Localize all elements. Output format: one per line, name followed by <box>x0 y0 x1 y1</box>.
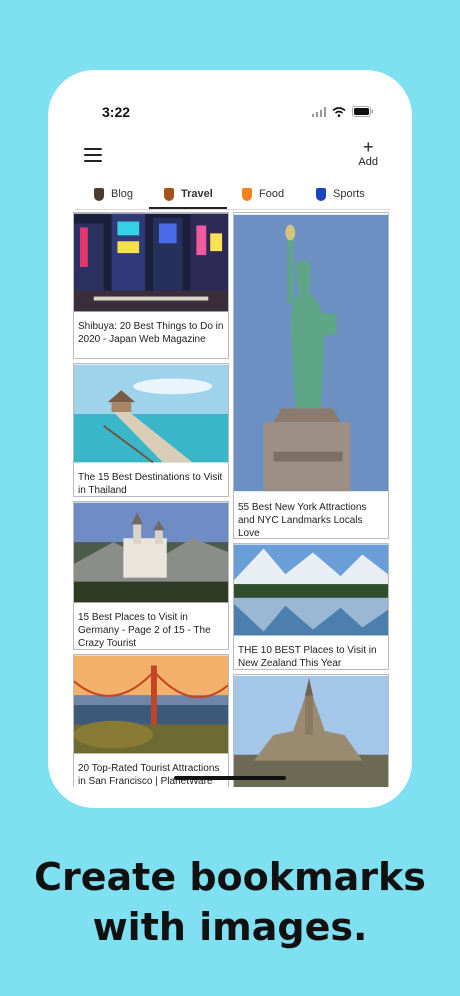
tab-sports[interactable]: Sports <box>316 180 365 208</box>
plus-icon: + <box>362 137 374 157</box>
bookmark-title: THE 10 BEST Places to Visit in New Zeala… <box>238 645 377 669</box>
bookmark-icon <box>94 187 104 201</box>
status-bar: 3:22 <box>48 100 412 124</box>
tab-label: Food <box>259 188 285 200</box>
bookmark-image <box>74 502 228 603</box>
bookmark-title: 15 Best Places to Visit in Germany - Pag… <box>78 612 211 649</box>
phone-frame: 3:22 + Add Blog Travel Food Sports Shibu… <box>48 70 412 808</box>
bookmark-card[interactable] <box>233 674 389 787</box>
headline-line-1: Create bookmarks <box>34 855 426 899</box>
bookmark-icon <box>242 187 252 201</box>
bookmark-title: 20 Top-Rated Tourist Attractions in San … <box>78 763 220 787</box>
tab-divider <box>74 209 390 210</box>
bookmark-image <box>74 364 228 464</box>
tab-blog[interactable]: Blog <box>94 180 133 208</box>
category-tabs: Blog Travel Food Sports <box>74 180 390 210</box>
bookmark-card[interactable]: Shibuya: 20 Best Things to Do in 2020 - … <box>73 212 229 359</box>
bookmark-icon <box>316 187 326 201</box>
hamburger-menu-icon[interactable] <box>84 148 102 162</box>
status-time: 3:22 <box>102 104 131 120</box>
tab-travel[interactable]: Travel <box>164 180 213 208</box>
bookmark-title: The 15 Best Destinations to Visit in Tha… <box>78 472 223 496</box>
bookmark-image <box>234 544 388 636</box>
bookmark-card[interactable]: 55 Best New York Attractions and NYC Lan… <box>233 212 389 539</box>
add-label: Add <box>358 156 378 168</box>
battery-icon <box>352 106 373 117</box>
tab-food[interactable]: Food <box>242 180 284 208</box>
headline-line-2: with images. <box>92 905 368 949</box>
bookmark-card[interactable]: The 15 Best Destinations to Visit in Tha… <box>73 363 229 497</box>
tab-label: Blog <box>111 188 134 200</box>
bookmark-grid[interactable]: Shibuya: 20 Best Things to Do in 2020 - … <box>73 212 389 787</box>
tab-label: Sports <box>333 188 365 200</box>
add-button[interactable]: + Add <box>358 138 378 169</box>
bookmark-card[interactable]: THE 10 BEST Places to Visit in New Zeala… <box>233 543 389 670</box>
bookmark-card[interactable]: 20 Top-Rated Tourist Attractions in San … <box>73 654 229 787</box>
bookmark-title: 55 Best New York Attractions and NYC Lan… <box>238 502 367 539</box>
bookmark-image <box>234 675 388 787</box>
bookmark-card[interactable]: 15 Best Places to Visit in Germany - Pag… <box>73 501 229 650</box>
bookmark-icon <box>164 187 174 201</box>
bookmark-image <box>74 213 228 312</box>
top-bar: + Add <box>48 138 412 178</box>
promo-headline: Create bookmarks with images. <box>0 852 460 952</box>
signal-icon <box>312 106 326 117</box>
bookmark-image <box>234 214 388 492</box>
tab-label: Travel <box>181 188 213 200</box>
status-icons <box>312 106 374 117</box>
wifi-icon <box>332 106 346 117</box>
bookmark-image <box>74 655 228 754</box>
home-indicator[interactable] <box>174 776 286 780</box>
bookmark-title: Shibuya: 20 Best Things to Do in 2020 - … <box>78 321 224 345</box>
